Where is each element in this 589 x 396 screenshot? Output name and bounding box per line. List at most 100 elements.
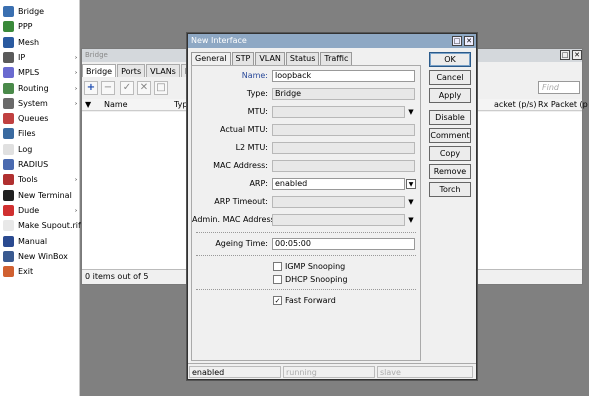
- mtu-field[interactable]: [272, 106, 405, 118]
- sidebar-item-routing[interactable]: Routing ˄: [0, 81, 80, 96]
- exit-icon: [3, 266, 14, 278]
- close-icon[interactable]: ✕: [464, 36, 474, 46]
- arp-label: ARP:: [249, 179, 268, 188]
- actual-mtu-label: Actual MTU:: [220, 125, 268, 134]
- comment-button[interactable]: Comment: [429, 128, 471, 143]
- tab-traffic[interactable]: Traffic: [320, 52, 353, 65]
- dialog-title: New Interface: [188, 34, 476, 48]
- l2mtu-field: [272, 142, 415, 154]
- tab-status[interactable]: Status: [285, 52, 320, 65]
- sidebar-item-label: Queues: [18, 114, 49, 124]
- sidebar-item-log[interactable]: Log: [0, 142, 80, 157]
- sidebar-item-label: Files: [18, 129, 36, 139]
- sidebar-item-exit[interactable]: Exit: [0, 264, 80, 279]
- dhcp-snooping-label: DHCP Snooping: [285, 275, 348, 284]
- sidebar-item-label: Dude: [18, 205, 40, 215]
- cancel-button[interactable]: Cancel: [429, 70, 471, 85]
- fast-forward-checkbox[interactable]: ✓: [273, 296, 282, 305]
- sidebar-item-ppp[interactable]: PPP: [0, 19, 80, 34]
- enable-icon[interactable]: ✓: [120, 81, 134, 95]
- bridge-icon: [3, 6, 14, 17]
- sidebar-item-label: MPLS: [18, 68, 40, 78]
- sidebar-item-radius[interactable]: RADIUS: [0, 157, 80, 172]
- arp-timeout-field[interactable]: [272, 196, 405, 208]
- admin-mac-field[interactable]: [272, 214, 405, 226]
- find-input[interactable]: Find: [538, 81, 580, 94]
- sidebar-item-mesh[interactable]: Mesh: [0, 35, 80, 50]
- sidebar-item-tools[interactable]: Tools ˄: [0, 172, 80, 187]
- column-tx-packet[interactable]: acket (p/s): [494, 99, 536, 111]
- sidebar-item-system[interactable]: System ˄: [0, 96, 80, 111]
- column-rx-packet[interactable]: Rx Packet (p: [538, 99, 588, 111]
- sidebar-item-label: Log: [18, 144, 33, 154]
- sidebar-item-new-terminal[interactable]: New Terminal: [0, 188, 80, 203]
- sidebar-item-bridge[interactable]: Bridge: [0, 4, 80, 19]
- disable-button[interactable]: Disable: [429, 110, 471, 125]
- disable-icon[interactable]: ✕: [137, 81, 151, 95]
- general-panel: Name: loopback Type: Bridge MTU: ▼ Actua…: [191, 65, 421, 361]
- maximize-icon[interactable]: □: [452, 36, 462, 46]
- sidebar-item-label: Bridge: [18, 7, 45, 16]
- status-enabled: enabled: [189, 366, 281, 378]
- arp-timeout-dropdown-icon[interactable]: ▼: [406, 197, 416, 207]
- close-icon[interactable]: ✕: [572, 50, 582, 60]
- tab-stp[interactable]: STP: [231, 52, 255, 65]
- fast-forward-label: Fast Forward: [285, 296, 336, 305]
- main-menu-sidebar: Bridge PPP Mesh IP ˄ MPLS ˄ Routing ˄ System ˄ Queu…: [0, 0, 81, 396]
- tab-vlans[interactable]: VLANs: [146, 64, 180, 77]
- submenu-arrow-icon: ˄: [68, 101, 78, 106]
- sidebar-item-files[interactable]: Files: [0, 126, 80, 141]
- new-interface-dialog: New Interface □ ✕ General STP VLAN Statu…: [187, 33, 477, 380]
- ip-icon: [3, 51, 14, 63]
- supout-icon: [3, 220, 14, 232]
- sidebar-item-label: Mesh: [18, 37, 40, 47]
- sidebar-item-make-supout-rif[interactable]: Make Supout.rif: [0, 218, 81, 233]
- mac-address-label: MAC Address:: [213, 161, 268, 170]
- tab-vlan[interactable]: VLAN: [255, 52, 285, 65]
- sidebar-item-label: Make Supout.rif: [18, 221, 81, 231]
- ppp-icon: [3, 21, 14, 33]
- tab-bridge[interactable]: Bridge: [82, 64, 117, 77]
- status-slave: slave: [377, 366, 473, 378]
- mesh-icon: [3, 36, 14, 48]
- remove-button[interactable]: Remove: [429, 164, 471, 179]
- sidebar-item-mpls[interactable]: MPLS ˄: [0, 65, 80, 80]
- remove-icon[interactable]: −: [101, 81, 115, 95]
- torch-button[interactable]: Torch: [429, 182, 471, 197]
- arp-timeout-label: ARP Timeout:: [214, 197, 268, 206]
- arp-dropdown-icon[interactable]: ▼: [406, 179, 416, 189]
- sidebar-item-queues[interactable]: Queues: [0, 111, 80, 126]
- sidebar-item-label: IP: [18, 52, 26, 62]
- tab-ports[interactable]: Ports: [117, 64, 146, 77]
- dhcp-snooping-checkbox[interactable]: [273, 275, 282, 284]
- radius-icon: [3, 159, 14, 170]
- column-name[interactable]: Name: [104, 99, 128, 111]
- apply-button[interactable]: Apply: [429, 88, 471, 103]
- dialog-tab-bar: General STP VLAN Status Traffic: [191, 52, 353, 65]
- igmp-snooping-checkbox[interactable]: [273, 262, 282, 271]
- log-icon: [3, 143, 14, 155]
- tab-general[interactable]: General: [191, 52, 231, 65]
- sidebar-item-new-winbox[interactable]: New WinBox: [0, 249, 80, 264]
- manual-icon: [3, 235, 14, 247]
- submenu-arrow-icon: ˄: [68, 208, 78, 213]
- arp-select[interactable]: enabled: [272, 178, 405, 190]
- sidebar-item-dude[interactable]: Dude ˄: [0, 203, 80, 218]
- ok-button[interactable]: OK: [429, 52, 471, 67]
- restore-icon[interactable]: □: [560, 50, 570, 60]
- sidebar-item-label: Tools: [18, 175, 38, 185]
- files-icon: [3, 128, 14, 140]
- ageing-time-field[interactable]: 00:05:00: [272, 238, 415, 250]
- mtu-dropdown-icon[interactable]: ▼: [406, 107, 416, 117]
- ageing-time-label: Ageing Time:: [215, 239, 268, 248]
- divider: [196, 289, 416, 290]
- divider: [196, 255, 416, 256]
- admin-mac-dropdown-icon[interactable]: ▼: [406, 215, 416, 225]
- name-field[interactable]: loopback: [272, 70, 415, 82]
- sidebar-item-ip[interactable]: IP ˄: [0, 50, 80, 65]
- add-icon[interactable]: +: [84, 81, 98, 95]
- copy-button[interactable]: Copy: [429, 146, 471, 161]
- sidebar-item-manual[interactable]: Manual: [0, 234, 80, 249]
- mpls-icon: [3, 67, 14, 79]
- comment-icon[interactable]: □: [154, 81, 168, 95]
